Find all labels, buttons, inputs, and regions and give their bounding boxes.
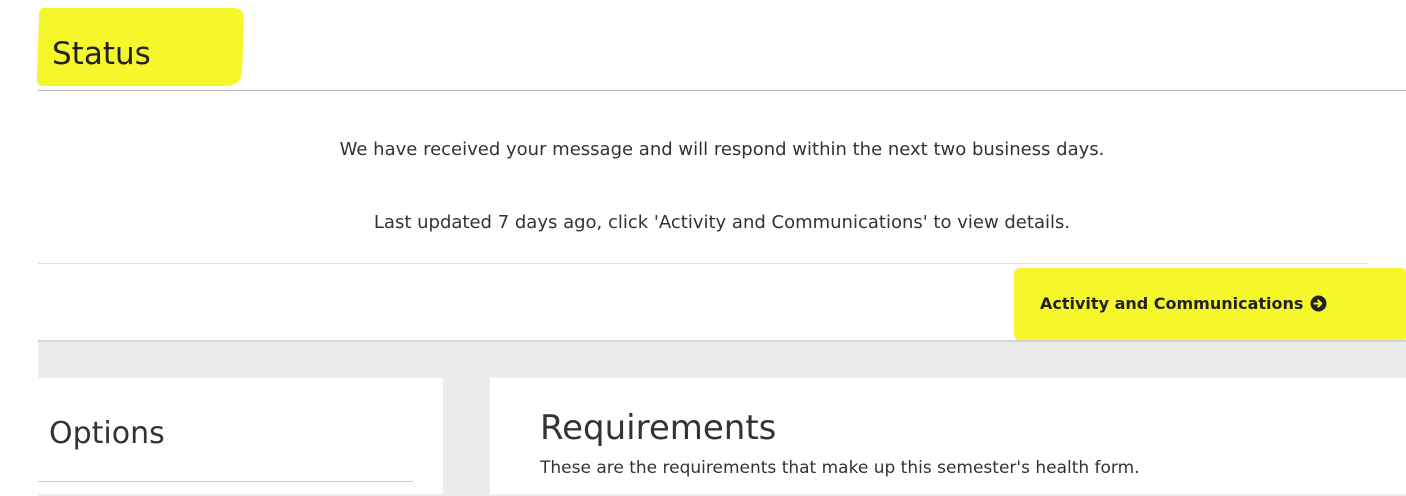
status-footer-divider	[38, 263, 1368, 264]
status-header: Status	[36, 8, 245, 86]
status-last-updated: Last updated 7 days ago, click 'Activity…	[373, 212, 1071, 233]
circle-arrow-right-icon	[1309, 294, 1328, 313]
options-panel: Options	[38, 378, 443, 494]
status-message: We have received your message and will r…	[339, 139, 1105, 160]
activity-link-label: Activity and Communications	[1040, 294, 1304, 313]
options-divider	[38, 481, 413, 482]
status-title: Status	[52, 36, 151, 72]
activity-and-communications-link[interactable]: Activity and Communications	[1040, 294, 1328, 313]
activity-link-area: Activity and Communications	[1014, 268, 1406, 346]
requirements-title: Requirements	[540, 408, 777, 448]
status-divider	[38, 90, 1406, 91]
requirements-description: These are the requirements that make up …	[540, 458, 1140, 478]
requirements-panel: Requirements These are the requirements …	[490, 378, 1406, 494]
options-title: Options	[49, 416, 165, 451]
